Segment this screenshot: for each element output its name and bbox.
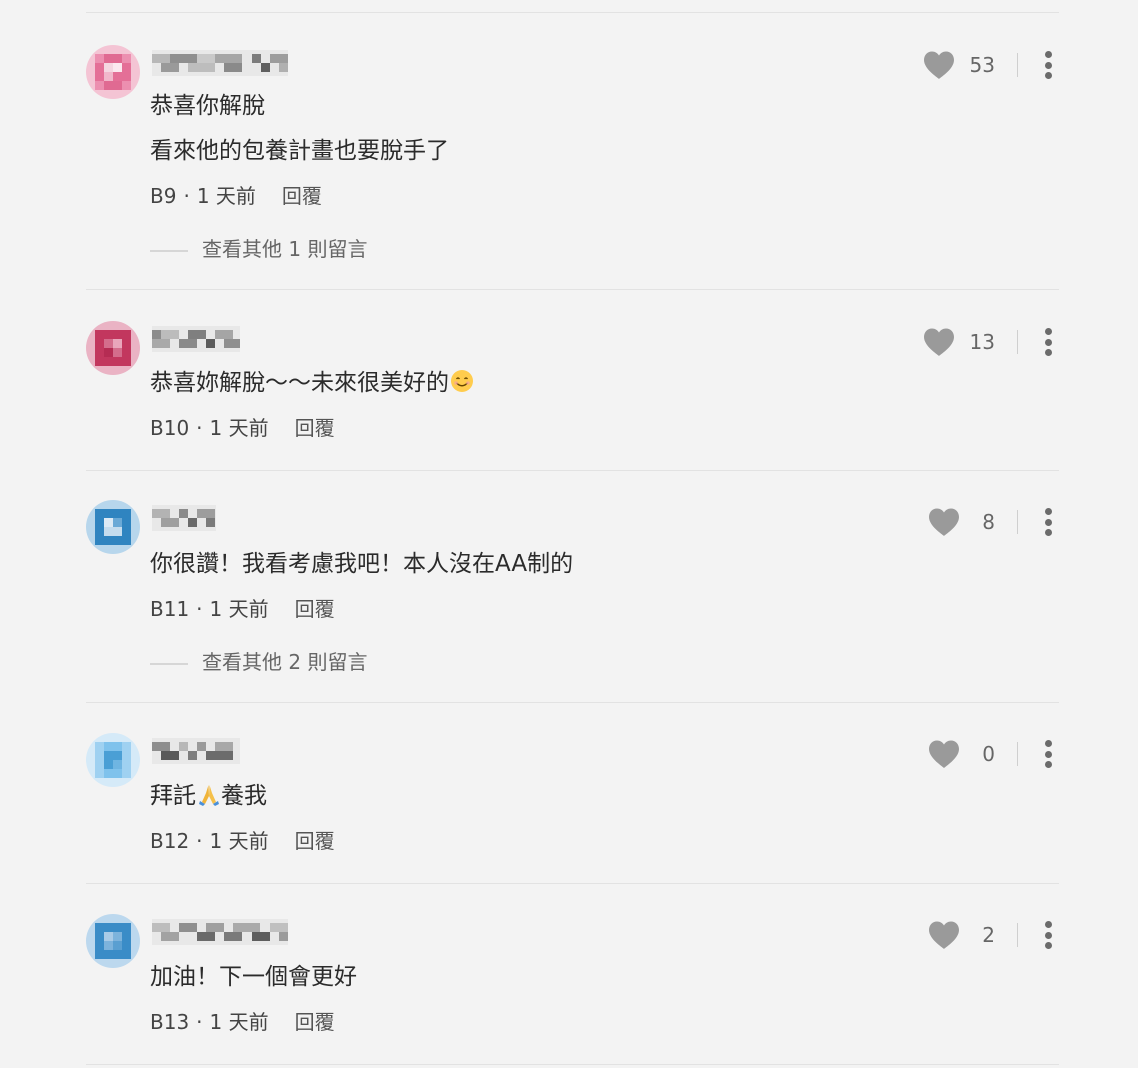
floor-label: B11 bbox=[150, 597, 190, 621]
smiling-face-emoji-icon bbox=[451, 370, 473, 392]
like-count: 13 bbox=[969, 330, 995, 354]
floor-label: B9 bbox=[150, 184, 177, 208]
heart-icon[interactable] bbox=[927, 507, 961, 537]
comment-text: 拜託 養我 bbox=[150, 783, 267, 809]
like-count: 53 bbox=[969, 53, 995, 77]
like-group: 13 bbox=[922, 327, 1052, 357]
comment-meta: B10 · 1 天前 回覆 bbox=[150, 416, 335, 440]
heart-icon[interactable] bbox=[922, 327, 956, 357]
avatar[interactable] bbox=[86, 733, 140, 787]
like-count: 2 bbox=[982, 923, 995, 947]
avatar[interactable] bbox=[86, 914, 140, 968]
reply-button[interactable]: 回覆 bbox=[295, 1010, 335, 1034]
more-options-icon[interactable] bbox=[1044, 920, 1052, 950]
divider bbox=[86, 12, 1059, 13]
separator bbox=[1017, 53, 1018, 77]
avatar[interactable] bbox=[86, 500, 140, 554]
like-group: 2 bbox=[927, 920, 1052, 950]
reply-button[interactable]: 回覆 bbox=[282, 184, 322, 208]
separator bbox=[1017, 742, 1018, 766]
view-more-replies-label: 查看其他 1 則留言 bbox=[202, 237, 368, 261]
comment-text: 看來他的包養計畫也要脫手了 bbox=[150, 138, 449, 164]
floor-label: B13 bbox=[150, 1010, 190, 1034]
heart-icon[interactable] bbox=[927, 739, 961, 769]
timestamp: 1 天前 bbox=[196, 184, 256, 208]
comment-meta: B13 · 1 天前 回覆 bbox=[150, 1010, 335, 1034]
timestamp: 1 天前 bbox=[209, 1010, 269, 1034]
comment-meta: B12 · 1 天前 回覆 bbox=[150, 829, 335, 853]
comment-meta: B9 · 1 天前 回覆 bbox=[150, 184, 322, 208]
divider bbox=[86, 470, 1059, 471]
separator bbox=[1017, 923, 1018, 947]
divider bbox=[86, 883, 1059, 884]
heart-icon[interactable] bbox=[927, 920, 961, 950]
view-more-replies-link[interactable]: 查看其他 1 則留言 bbox=[150, 236, 367, 262]
more-options-icon[interactable] bbox=[1044, 507, 1052, 537]
divider bbox=[86, 1064, 1059, 1065]
view-more-replies-label: 查看其他 2 則留言 bbox=[202, 650, 368, 674]
like-group: 53 bbox=[922, 50, 1052, 80]
divider bbox=[86, 289, 1059, 290]
timestamp: 1 天前 bbox=[209, 416, 269, 440]
reply-button[interactable]: 回覆 bbox=[295, 416, 335, 440]
timestamp: 1 天前 bbox=[209, 597, 269, 621]
reply-button[interactable]: 回覆 bbox=[295, 597, 335, 621]
divider-line bbox=[150, 249, 188, 252]
more-options-icon[interactable] bbox=[1044, 50, 1052, 80]
floor-label: B10 bbox=[150, 416, 190, 440]
comment-text: 加油！下一個會更好 bbox=[150, 964, 357, 990]
comment-list: 恭喜你解脫 看來他的包養計畫也要脫手了 B9 · 1 天前 回覆 查看其他 1 則留言… bbox=[0, 0, 1138, 1068]
comment-text: 恭喜你解脫 bbox=[150, 93, 265, 119]
heart-icon[interactable] bbox=[922, 50, 956, 80]
like-count: 0 bbox=[982, 742, 995, 766]
like-group: 8 bbox=[927, 507, 1052, 537]
comment-text: 你很讚！我看考慮我吧！本人沒在AA制的 bbox=[150, 551, 574, 577]
view-more-replies-link[interactable]: 查看其他 2 則留言 bbox=[150, 649, 367, 675]
reply-button[interactable]: 回覆 bbox=[295, 829, 335, 853]
folded-hands-emoji-icon bbox=[199, 785, 219, 806]
comment-text: 恭喜妳解脫～～未來很美好的 bbox=[150, 368, 474, 398]
avatar[interactable] bbox=[86, 321, 140, 375]
divider bbox=[86, 702, 1059, 703]
divider-line bbox=[150, 662, 188, 665]
like-group: 0 bbox=[927, 739, 1052, 769]
more-options-icon[interactable] bbox=[1044, 739, 1052, 769]
avatar[interactable] bbox=[86, 45, 140, 99]
more-options-icon[interactable] bbox=[1044, 327, 1052, 357]
separator bbox=[1017, 510, 1018, 534]
separator bbox=[1017, 330, 1018, 354]
comment-meta: B11 · 1 天前 回覆 bbox=[150, 597, 335, 621]
like-count: 8 bbox=[982, 510, 995, 534]
floor-label: B12 bbox=[150, 829, 190, 853]
timestamp: 1 天前 bbox=[209, 829, 269, 853]
